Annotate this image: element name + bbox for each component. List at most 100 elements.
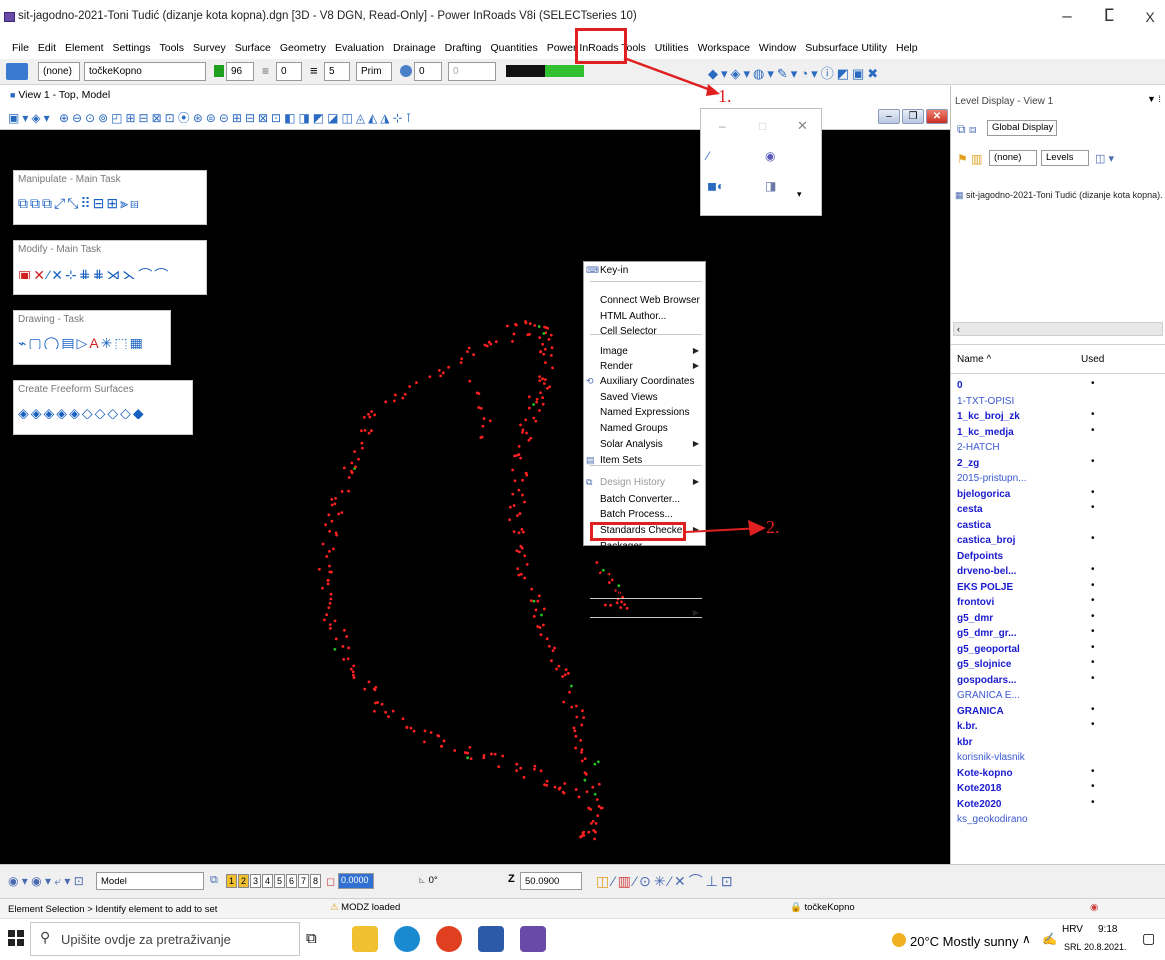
level-dropdown[interactable]: (none)	[38, 62, 80, 81]
design-file-item[interactable]: ▦ sit-jagodno-2021-Toni Tudić (dizanje k…	[955, 190, 1163, 201]
menu-subsurface-utility[interactable]: Subsurface Utility	[805, 42, 887, 54]
menu-edit[interactable]: Edit	[38, 42, 56, 54]
level-row-name[interactable]: Kote2020	[957, 799, 1001, 810]
line-weight-dropdown[interactable]: 5	[324, 62, 350, 81]
task-view-icon[interactable]: ⧉	[306, 930, 317, 947]
levels-dropdown[interactable]: Levels	[1041, 150, 1089, 166]
menu-element[interactable]: Element	[65, 42, 104, 54]
level-row-name[interactable]: castica	[957, 520, 991, 531]
level-row-name[interactable]: korisnik-vlasnik	[957, 752, 1025, 763]
navigation-icons[interactable]: ◉ ▾ ◉ ▾ ⤶ ▾ ⊡	[8, 874, 84, 889]
view-minimize-button[interactable]: –	[878, 109, 900, 124]
view-8-button[interactable]: 8	[310, 874, 321, 888]
taskbar-search[interactable]: Upišite ovdje za pretraživanje	[30, 922, 300, 956]
view-3-button[interactable]: 3	[250, 874, 261, 888]
name-column-header[interactable]: Name ^	[957, 354, 991, 365]
level-row-name[interactable]: GRANICA	[957, 706, 1004, 717]
priority-dropdown[interactable]: Prim	[356, 62, 392, 81]
transparency-dropdown[interactable]: 0	[414, 62, 442, 81]
view-2-button[interactable]: 2	[238, 874, 249, 888]
level-row-name[interactable]: ks_geokodirano	[957, 814, 1028, 825]
level-row-name[interactable]: kbr	[957, 737, 973, 748]
pen-icon[interactable]: ✍	[1042, 932, 1057, 946]
level-row-name[interactable]: 2-HATCH	[957, 442, 1000, 453]
menu-geometry[interactable]: Geometry	[280, 42, 326, 54]
accudraw-icons[interactable]: ◫⁄▥⁄⊙✳⁄✕⌒⊥⊡	[596, 871, 736, 891]
language-indicator[interactable]: HRV	[1062, 924, 1083, 935]
file-explorer-icon[interactable]	[352, 926, 378, 952]
menu-file[interactable]: File	[12, 42, 29, 54]
restore-button[interactable]: ⵎ	[1094, 6, 1124, 26]
level-row-name[interactable]: k.br.	[957, 721, 978, 732]
level-row-name[interactable]: 0	[957, 380, 963, 391]
color-dropdown[interactable]: 96	[226, 62, 254, 81]
x-coordinate-field[interactable]: 0.0000	[338, 873, 374, 889]
menu-settings[interactable]: Settings	[113, 42, 151, 54]
level-row-name[interactable]: gospodars...	[957, 675, 1016, 686]
level-row-name[interactable]: g5_slojnice	[957, 659, 1011, 670]
view-maximize-button[interactable]: ❐	[902, 109, 924, 124]
z-coordinate-field[interactable]: 50.0900	[520, 872, 582, 890]
level-row-name[interactable]: GRANICA E...	[957, 690, 1020, 701]
weather-text[interactable]: 20°C Mostly sunny	[910, 934, 1019, 949]
panel-menu-icon[interactable]: ▼ ⁞	[1147, 94, 1161, 104]
level-row-name[interactable]: Kote-kopno	[957, 768, 1013, 779]
level-tools-icon[interactable]: ◫ ▾	[1095, 152, 1114, 165]
clock-time[interactable]: 9:18	[1098, 924, 1117, 935]
level-row-name[interactable]: 1-TXT-OPISI	[957, 396, 1014, 407]
display-icons[interactable]: ⧉ ⧈	[957, 122, 977, 137]
line-style-dropdown[interactable]: 0	[276, 62, 302, 81]
menu-tools[interactable]: Tools	[160, 42, 185, 54]
view-5-button[interactable]: 5	[274, 874, 285, 888]
level-row-name[interactable]: g5_dmr	[957, 613, 993, 624]
element-selection-icon[interactable]	[6, 63, 28, 80]
freeform-tool-icons[interactable]: ◈◈◈◈◈◇◇◇◇◆	[14, 399, 192, 419]
model-dropdown[interactable]: Model	[96, 872, 204, 890]
modify-tool-icons[interactable]: ▣✕⁄✕⊹⋕⋕⋊⋋⌒⌒	[14, 259, 206, 279]
view-7-button[interactable]: 7	[298, 874, 309, 888]
menu-help[interactable]: Help	[896, 42, 918, 54]
edge-icon[interactable]	[394, 926, 420, 952]
menu-item-license-management[interactable]: License Management...	[600, 588, 704, 600]
filter-icons[interactable]: ⚑ ▥	[957, 152, 982, 166]
close-button[interactable]: X	[1135, 9, 1165, 25]
word-icon[interactable]	[478, 926, 504, 952]
level-row-name[interactable]: Kote2018	[957, 783, 1001, 794]
view-control-icons[interactable]: ▣▾◈▾ ⊕⊖⊙⊚◰⊞⊟⊠⊡⦿⊛⊜⊝⊞⊟⊠⊡◧◨◩◪◫◬◭◮⊹⊺	[8, 109, 415, 126]
menu-item-mdl-applications[interactable]: MDL Applications	[600, 626, 677, 638]
chrome-icon[interactable]	[436, 926, 462, 952]
view-close-button[interactable]: ✕	[926, 109, 948, 124]
drawing-tool-icons[interactable]: ⌁▢◯▤▷A✳⬚▦	[14, 329, 170, 349]
level-row-name[interactable]: Defpoints	[957, 551, 1003, 562]
global-display-dropdown[interactable]: Global Display	[987, 120, 1057, 136]
menu-item-dimension-audit[interactable]: Dimension Audit	[600, 572, 672, 584]
level-row-name[interactable]: 1_kc_broj_zk	[957, 411, 1020, 422]
angle-field[interactable]: ⊾ 0°	[418, 875, 438, 886]
menu-survey[interactable]: Survey	[193, 42, 226, 54]
level-row-name[interactable]: bjelogorica	[957, 489, 1010, 500]
level-row-name[interactable]: frontovi	[957, 597, 994, 608]
notification-icon[interactable]: ▢	[1142, 930, 1155, 947]
power-inroads-taskbar-icon[interactable]	[520, 926, 546, 952]
level-row-name[interactable]: 2_zg	[957, 458, 979, 469]
menu-drafting[interactable]: Drafting	[445, 42, 482, 54]
used-column-header[interactable]: Used	[1081, 354, 1104, 365]
level-row-name[interactable]: g5_dmr_gr...	[957, 628, 1016, 639]
menu-evaluation[interactable]: Evaluation	[335, 42, 384, 54]
level-row-name[interactable]: EKS POLJE	[957, 582, 1013, 593]
level-row-name[interactable]: 2015-pristupn...	[957, 473, 1027, 484]
view-groups-icon[interactable]: ⧉	[210, 874, 218, 887]
minimize-button[interactable]: –	[1052, 6, 1082, 26]
menu-quantities[interactable]: Quantities	[490, 42, 537, 54]
view-1-button[interactable]: 1	[226, 874, 237, 888]
horizontal-scrollbar[interactable]: ‹	[953, 322, 1163, 336]
level-row-name[interactable]: drveno-bel...	[957, 566, 1016, 577]
view-6-button[interactable]: 6	[286, 874, 297, 888]
level-row-name[interactable]: g5_geoportal	[957, 644, 1020, 655]
view-4-button[interactable]: 4	[262, 874, 273, 888]
level-row-name[interactable]: castica_broj	[957, 535, 1015, 546]
filter-dropdown[interactable]: (none)	[989, 150, 1037, 166]
start-button[interactable]	[8, 930, 24, 946]
level-row-name[interactable]: cesta	[957, 504, 983, 515]
manipulate-tool-icons[interactable]: ⧉⧉⧉⤢⤡⠿⊟⊞⫸⧆	[14, 189, 206, 209]
